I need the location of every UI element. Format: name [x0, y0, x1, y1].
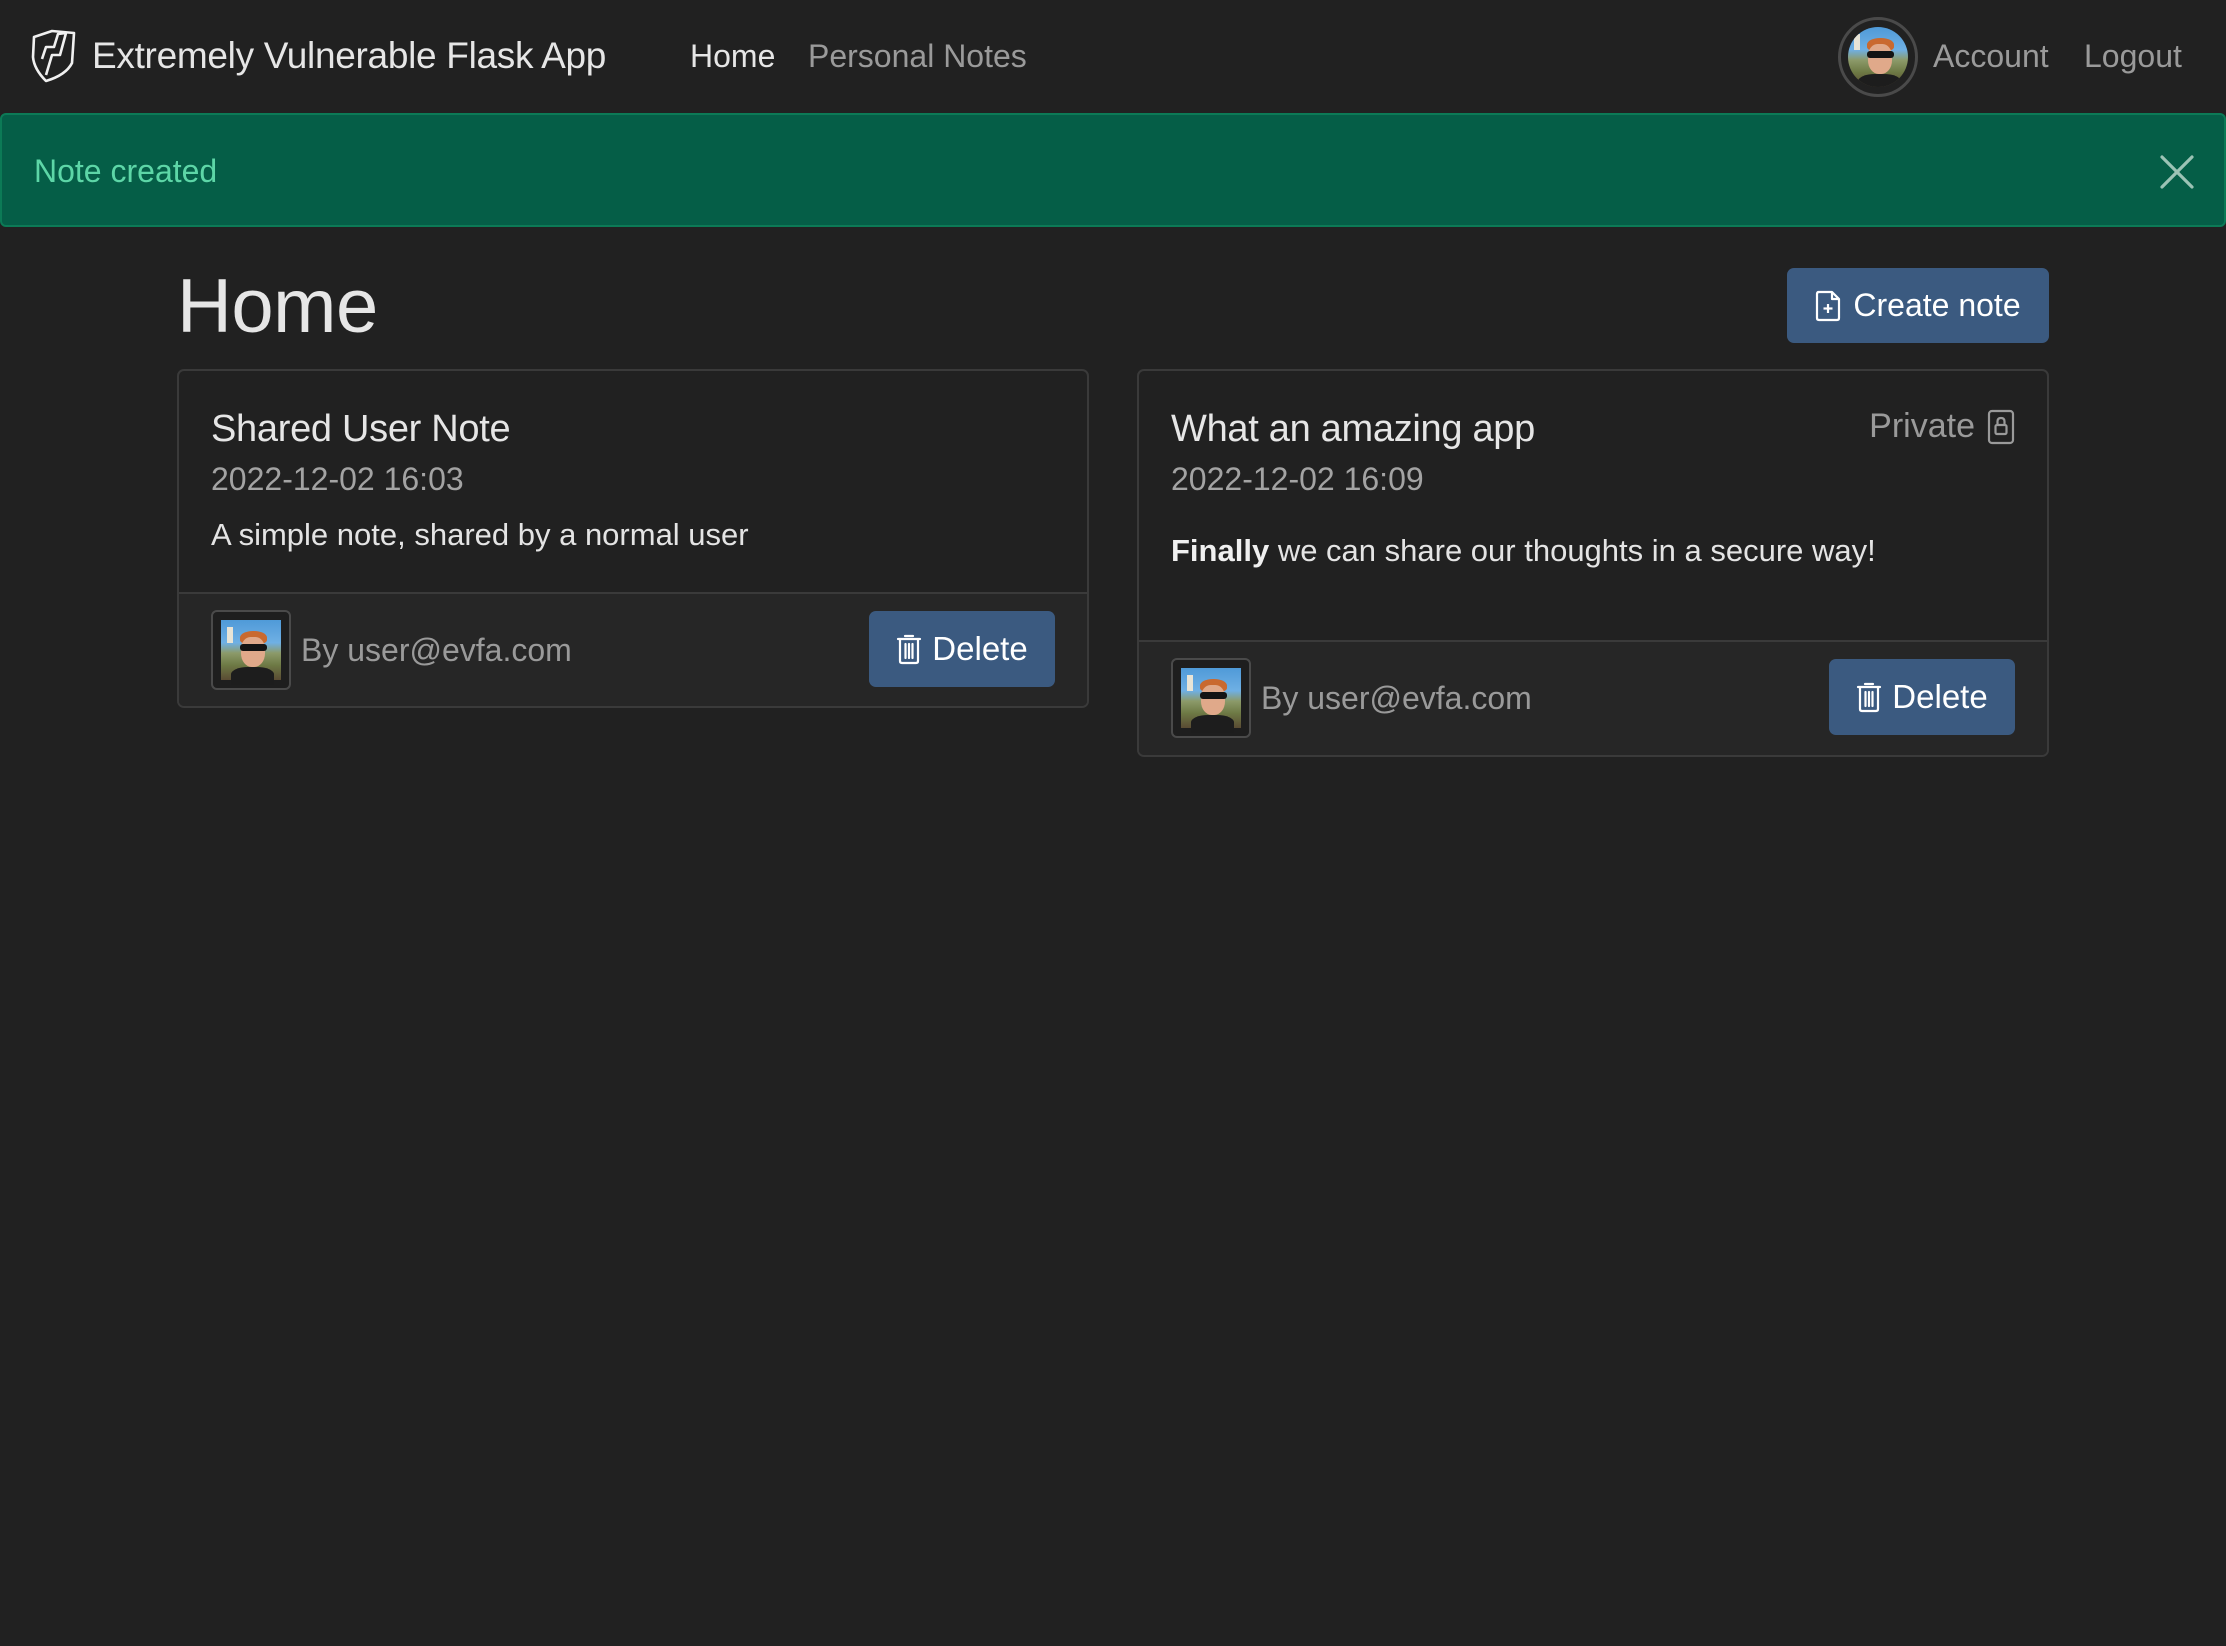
- note-title: Shared User Note: [211, 408, 511, 450]
- trash-icon: [897, 634, 922, 665]
- avatar-image: [1848, 27, 1908, 87]
- lock-icon: [1987, 409, 2015, 444]
- note-body: A simple note, shared by a normal user: [211, 513, 1055, 557]
- private-label: Private: [1869, 407, 1975, 445]
- note-footer: By user@evfa.com Delete: [179, 592, 1087, 706]
- delete-label: Delete: [932, 630, 1028, 667]
- delete-note-button[interactable]: Delete: [869, 611, 1055, 687]
- note-footer: By user@evfa.com Delete: [1139, 640, 2047, 755]
- shield-icon: [31, 29, 76, 83]
- trash-icon: [1857, 682, 1882, 713]
- note-card: What an amazing app Private 2022-12-02 1…: [1137, 369, 2049, 757]
- user-avatar[interactable]: [1838, 17, 1918, 97]
- note-body: Finally we can share our thoughts in a s…: [1171, 529, 2015, 573]
- delete-note-button[interactable]: Delete: [1829, 659, 2015, 735]
- note-date: 2022-12-02 16:03: [211, 461, 464, 497]
- note-author: By user@evfa.com: [301, 632, 572, 668]
- brand-link[interactable]: Extremely Vulnerable Flask App: [30, 28, 606, 84]
- brand-title: Extremely Vulnerable Flask App: [92, 35, 607, 76]
- page-title: Home: [177, 264, 378, 349]
- note-body-bold: Finally: [1171, 533, 1270, 568]
- note-card: Shared User Note 2022-12-02 16:03 A simp…: [177, 369, 1089, 708]
- nav-personal-notes[interactable]: Personal Notes: [808, 34, 1027, 78]
- note-body-text: we can share our thoughts in a secure wa…: [1269, 533, 1876, 568]
- create-note-label: Create note: [1853, 287, 2021, 323]
- nav-account[interactable]: Account: [1933, 34, 2049, 78]
- alert-message: Note created: [34, 153, 218, 189]
- success-alert: Note created: [0, 113, 2226, 227]
- file-plus-icon: [1816, 290, 1841, 321]
- create-note-button[interactable]: Create note: [1787, 268, 2049, 343]
- nav-home[interactable]: Home: [690, 34, 775, 78]
- note-author: By user@evfa.com: [1261, 680, 1532, 716]
- note-body-text: A simple note, shared by a normal user: [211, 517, 749, 552]
- author-avatar: [211, 610, 291, 690]
- close-icon[interactable]: [2160, 155, 2194, 189]
- author-avatar: [1171, 658, 1251, 738]
- nav-logout[interactable]: Logout: [2084, 34, 2182, 78]
- navbar: Extremely Vulnerable Flask App Home Pers…: [0, 0, 2226, 112]
- private-badge: Private: [1869, 407, 2015, 446]
- note-date: 2022-12-02 16:09: [1171, 461, 1424, 497]
- delete-label: Delete: [1892, 678, 1988, 715]
